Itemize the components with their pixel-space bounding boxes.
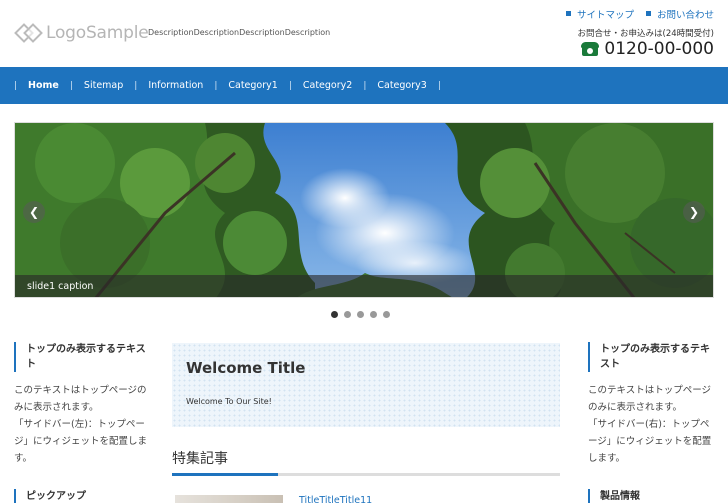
slider-dot[interactable]	[331, 311, 338, 318]
slide-image	[15, 123, 713, 297]
slider-dot[interactable]	[357, 311, 364, 318]
slide-caption: slide1 caption	[15, 275, 713, 297]
site-logo[interactable]: LogoSample	[14, 18, 149, 48]
phone-icon	[581, 42, 600, 56]
widget-text: このテキストはトップページのみに表示されます。 「サイドバー(左)：トップページ…	[14, 385, 148, 464]
hero-slider[interactable]: ❮ ❯ slide1 caption	[14, 122, 714, 298]
widget-text: このテキストはトップページのみに表示されます。 「サイドバー(右)：トップページ…	[588, 385, 712, 464]
slider-dot[interactable]	[344, 311, 351, 318]
chevron-right-icon: ❯	[688, 205, 700, 219]
welcome-box: Welcome Title Welcome To Our Site!	[172, 343, 560, 427]
contact-link[interactable]: お問い合わせ	[645, 7, 714, 21]
phone-text: 0120-00-000	[604, 39, 714, 59]
square-bullet-icon	[645, 11, 651, 16]
nav-category3[interactable]: Category3	[377, 80, 426, 91]
sitemap-link[interactable]: サイトマップ	[565, 7, 634, 21]
feature-heading: 特集記事	[172, 451, 228, 467]
slider-dots	[331, 311, 390, 318]
phone-number: 0120-00-000	[581, 39, 714, 59]
top-links: サイトマップ お問い合わせ	[565, 7, 714, 21]
widget-title-pickup: ピックアップ	[14, 489, 149, 503]
nav-information[interactable]: Information	[148, 80, 203, 91]
welcome-title: Welcome Title	[186, 359, 306, 377]
article-title-link[interactable]: TitleTitleTitle11	[299, 495, 372, 503]
left-sidebar: トップのみ表示するテキスト このテキストはトップページのみに表示されます。 「サ…	[14, 342, 149, 503]
nav-category2[interactable]: Category2	[303, 80, 352, 91]
nav-sitemap[interactable]: Sitemap	[84, 80, 123, 91]
site-description: DescriptionDescriptionDescriptionDescrip…	[148, 28, 331, 37]
header: LogoSample DescriptionDescriptionDescrip…	[0, 0, 728, 66]
logo-icon	[14, 18, 44, 48]
nav-category1[interactable]: Category1	[228, 80, 277, 91]
slider-dot[interactable]	[383, 311, 390, 318]
slider-prev-button[interactable]: ❮	[23, 201, 45, 223]
welcome-text: Welcome To Our Site!	[186, 397, 272, 406]
widget-title: トップのみ表示するテキスト	[14, 342, 149, 372]
logo-text: LogoSample	[46, 23, 149, 43]
slider-next-button[interactable]: ❯	[683, 201, 705, 223]
contact-note: お問合せ・お申込みは(24時間受付)	[577, 29, 714, 39]
nav-home[interactable]: Home	[28, 80, 59, 91]
main-nav: | Home | Sitemap | Information | Categor…	[0, 67, 728, 104]
article-thumbnail[interactable]	[175, 495, 283, 503]
slider-dot[interactable]	[370, 311, 377, 318]
widget-title-products: 製品情報	[588, 489, 714, 503]
square-bullet-icon	[565, 11, 571, 16]
feature-divider	[172, 473, 560, 476]
right-sidebar: トップのみ表示するテキスト このテキストはトップページのみに表示されます。 「サ…	[588, 342, 714, 503]
chevron-left-icon: ❮	[28, 205, 40, 219]
widget-title: トップのみ表示するテキスト	[588, 342, 714, 372]
